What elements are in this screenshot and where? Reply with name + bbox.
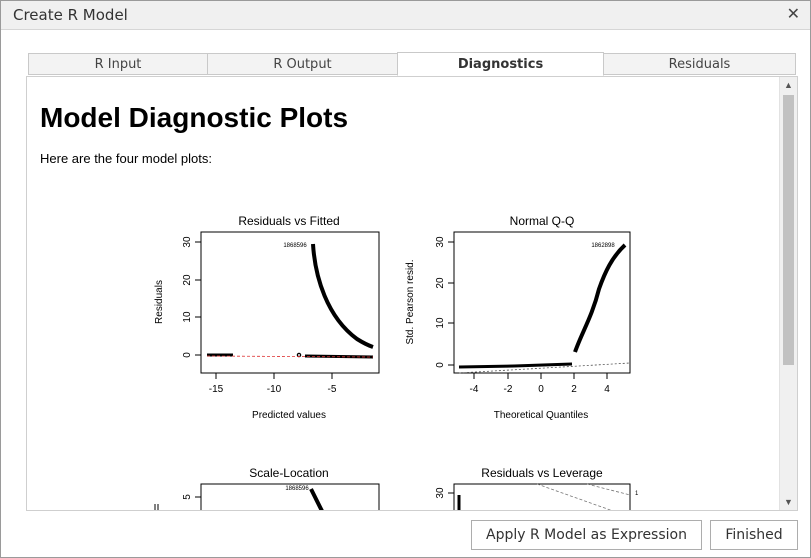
x-tick-label: -4: [470, 384, 479, 395]
y-tick-label: 0: [435, 362, 446, 368]
tab-diagnostics[interactable]: Diagnostics: [397, 52, 604, 76]
x-tick-label: -5: [328, 384, 337, 395]
plot-residuals-vs-fitted: Residuals vs Fitted 0 10 20 30 -15 -10 -…: [154, 214, 380, 421]
y-tick-label: 30: [182, 236, 193, 248]
x-tick-label: -15: [209, 384, 224, 395]
point-label: 1862898: [591, 243, 615, 249]
diagnostic-plots: Residuals vs Fitted 0 10 20 30 -15 -10 -…: [154, 214, 639, 510]
tab-r-output[interactable]: R Output: [207, 53, 398, 75]
apply-r-model-button[interactable]: Apply R Model as Expression: [471, 520, 702, 550]
plot-scale-location: Scale-Location 5 1868596: [154, 466, 380, 510]
report-content: Model Diagnostic Plots Here are the four…: [27, 77, 779, 510]
plot-frame: [453, 231, 631, 374]
x-tick-label: 0: [538, 384, 544, 395]
y-axis-label: Residuals: [154, 280, 165, 324]
y-tick-label: 30: [435, 487, 446, 499]
plot-normal-qq: Normal Q-Q 0 10 20 30 -4 -2 0 2 4 Theore…: [405, 214, 631, 421]
tab-r-input[interactable]: R Input: [28, 53, 208, 75]
plot-title: Normal Q-Q: [510, 214, 575, 228]
x-tick-label: -10: [267, 384, 282, 395]
plot-title: Scale-Location: [249, 466, 328, 480]
close-icon[interactable]: ✕: [787, 4, 800, 23]
window-title: Create R Model: [13, 6, 128, 24]
finished-button[interactable]: Finished: [710, 520, 798, 550]
x-axis-label: Predicted values: [252, 410, 326, 421]
diagnostics-panel: Model Diagnostic Plots Here are the four…: [26, 76, 798, 511]
y-tick-label: 20: [182, 274, 193, 286]
y-tick-label: 5: [182, 494, 193, 500]
x-tick-label: 2: [571, 384, 577, 395]
x-tick-label: -2: [504, 384, 513, 395]
x-axis-label: Theoretical Quantiles: [494, 410, 589, 421]
plot-title: Residuals vs Leverage: [481, 466, 603, 480]
x-tick-label: 4: [604, 384, 610, 395]
plot-residuals-vs-leverage: Residuals vs Leverage 30 1: [435, 466, 639, 510]
y-axis-label: Std. Pearson resid.: [405, 259, 416, 344]
y-tick-label: 30: [435, 236, 446, 248]
vertical-scrollbar[interactable]: ▲ ▼: [779, 77, 797, 510]
tab-bar: R Input R Output Diagnostics Residuals: [28, 52, 796, 76]
y-tick-label: 10: [182, 311, 193, 323]
point-label: 1868596: [285, 486, 309, 492]
tab-residuals[interactable]: Residuals: [603, 53, 796, 75]
right-tick-label: 1: [635, 491, 639, 497]
y-tick-label: 20: [435, 277, 446, 289]
point-label: 1868596: [283, 243, 307, 249]
scroll-up-icon[interactable]: ▲: [784, 80, 793, 90]
y-tick-label: 10: [435, 317, 446, 329]
y-tick-label: 0: [182, 352, 193, 358]
title-bar: Create R Model ✕: [1, 1, 810, 30]
plot-title: Residuals vs Fitted: [238, 214, 339, 228]
create-r-model-window: Create R Model ✕ R Input R Output Diagno…: [0, 0, 811, 558]
scroll-down-icon[interactable]: ▼: [784, 497, 793, 507]
plot-frame: [200, 231, 380, 374]
scrollbar-thumb[interactable]: [783, 95, 794, 365]
